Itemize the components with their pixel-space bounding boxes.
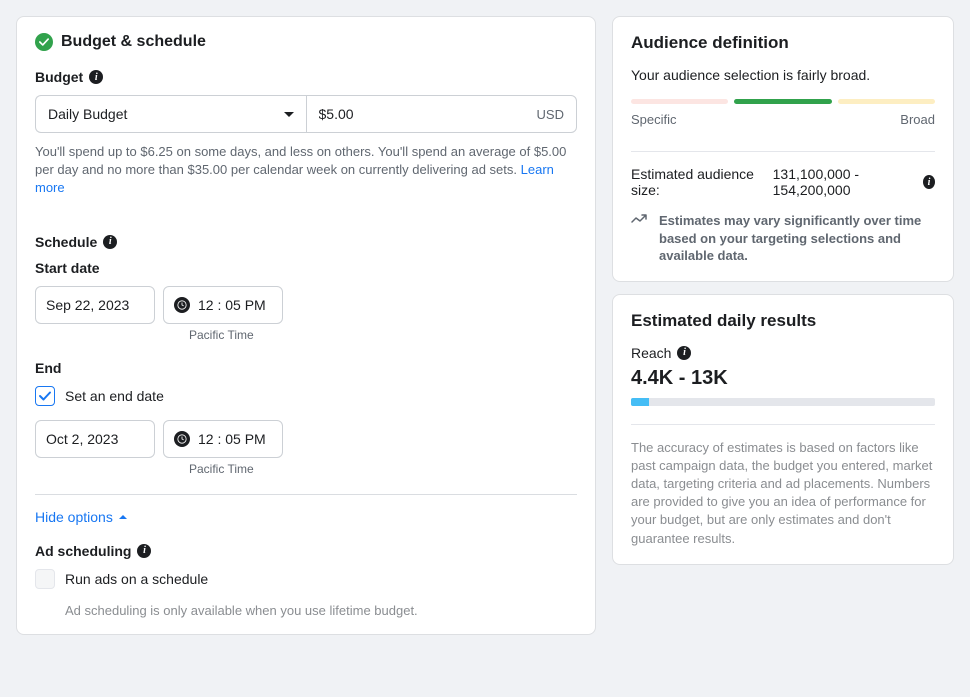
audience-definition-card: Audience definition Your audience select… [612, 16, 954, 282]
start-date-input[interactable]: Sep 22, 2023 [35, 286, 155, 324]
scale-high: Broad [900, 112, 935, 127]
end-label: End [35, 360, 577, 376]
range-segment-specific [631, 99, 728, 104]
divider [35, 494, 577, 495]
start-time-input[interactable]: 12 : 05 PM [163, 286, 283, 324]
range-segment-selected [734, 99, 831, 104]
hide-options-toggle[interactable]: Hide options [35, 509, 577, 525]
scale-low: Specific [631, 112, 677, 127]
clock-icon [174, 431, 190, 447]
divider [631, 151, 935, 152]
schedule-label: Schedule i [35, 234, 577, 250]
budget-label: Budget i [35, 69, 577, 85]
info-icon[interactable]: i [89, 70, 103, 84]
set-end-date-label: Set an end date [65, 388, 164, 404]
info-icon[interactable]: i [137, 544, 151, 558]
section-header: Budget & schedule [35, 33, 577, 51]
clock-icon [174, 297, 190, 313]
trend-icon [631, 212, 649, 228]
budget-row: Daily Budget USD [35, 95, 577, 133]
chevron-down-icon [284, 112, 294, 117]
range-segment-broad [838, 99, 935, 104]
ad-scheduling-hint: Ad scheduling is only available when you… [65, 603, 577, 618]
audience-status: Your audience selection is fairly broad. [631, 67, 935, 83]
set-end-date-checkbox[interactable] [35, 386, 55, 406]
start-date-label: Start date [35, 260, 577, 276]
info-icon[interactable]: i [677, 346, 691, 360]
range-labels: Specific Broad [631, 112, 935, 127]
section-title: Budget & schedule [61, 33, 206, 51]
results-disclaimer: The accuracy of estimates is based on fa… [631, 439, 935, 548]
estimated-size: Estimated audience size: 131,100,000 - 1… [631, 166, 935, 198]
budget-amount-input[interactable] [319, 106, 399, 122]
ad-scheduling-label: Ad scheduling i [35, 543, 577, 559]
start-timezone: Pacific Time [189, 328, 577, 342]
estimated-results-card: Estimated daily results Reach i 4.4K - 1… [612, 294, 954, 565]
reach-value: 4.4K - 13K [631, 367, 935, 390]
audience-title: Audience definition [631, 33, 935, 53]
chevron-up-icon [119, 515, 127, 519]
budget-schedule-card: Budget & schedule Budget i Daily Budget … [16, 16, 596, 635]
budget-type-select[interactable]: Daily Budget [35, 95, 306, 133]
audience-range-bar [631, 99, 935, 104]
run-on-schedule-checkbox [35, 569, 55, 589]
budget-amount-input-wrap[interactable]: USD [306, 95, 578, 133]
divider [631, 424, 935, 425]
reach-progress-bar [631, 398, 935, 406]
info-icon[interactable]: i [923, 175, 935, 189]
check-circle-icon [35, 33, 53, 51]
reach-progress-fill [631, 398, 649, 406]
end-timezone: Pacific Time [189, 462, 577, 476]
budget-type-value: Daily Budget [48, 106, 127, 122]
budget-hint: You'll spend up to $6.25 on some days, a… [35, 143, 577, 198]
budget-currency: USD [537, 107, 564, 122]
variance-note: Estimates may vary significantly over ti… [631, 212, 935, 265]
reach-label: Reach i [631, 345, 935, 361]
end-time-input[interactable]: 12 : 05 PM [163, 420, 283, 458]
end-date-input[interactable]: Oct 2, 2023 [35, 420, 155, 458]
info-icon[interactable]: i [103, 235, 117, 249]
results-title: Estimated daily results [631, 311, 935, 331]
run-on-schedule-label: Run ads on a schedule [65, 571, 208, 587]
